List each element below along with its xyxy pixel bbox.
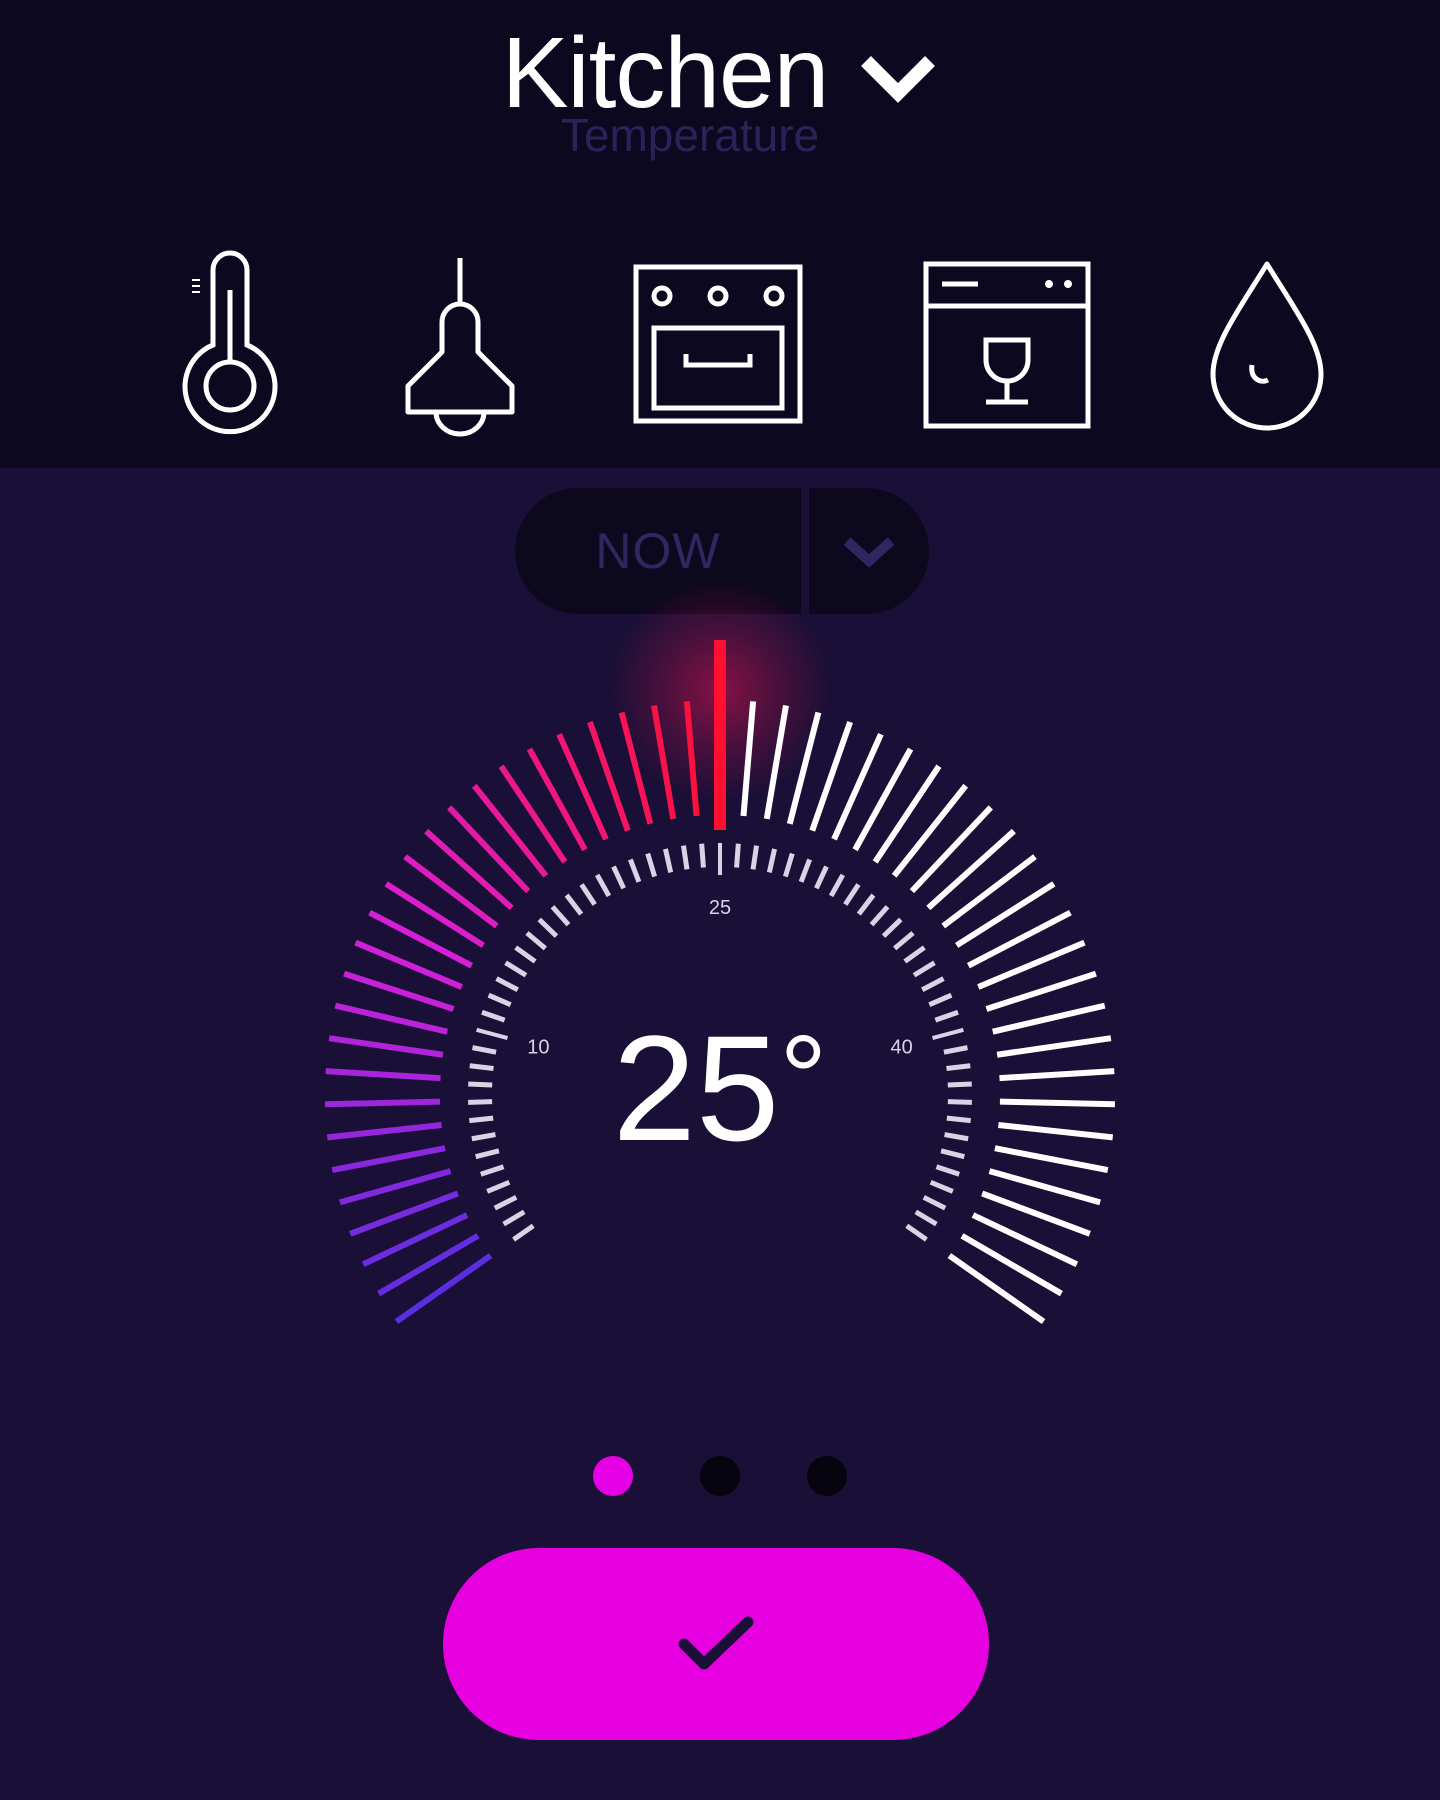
- dial-tick: [914, 1209, 938, 1227]
- checkmark-icon: [678, 1616, 754, 1670]
- device-selector: [0, 250, 1440, 440]
- dial-bar: [339, 1168, 452, 1206]
- dial-tick: [814, 865, 829, 890]
- mode-dropdown-toggle[interactable]: [809, 488, 929, 614]
- dial-bar: [498, 764, 568, 864]
- dial-tick: [828, 873, 845, 898]
- thermometer-icon: [182, 250, 278, 435]
- dial-tick: [881, 917, 903, 938]
- dial-tick: [628, 858, 642, 883]
- dial-tick: [611, 865, 626, 890]
- dial-tick: [525, 931, 547, 951]
- dial-scale-label: 25: [709, 897, 731, 919]
- water-drop-icon: [1210, 261, 1324, 431]
- dial-bar: [424, 828, 514, 911]
- chevron-down-icon: [843, 537, 895, 567]
- dial-bar: [891, 783, 969, 878]
- dial-tick: [766, 848, 777, 873]
- device-water[interactable]: [1208, 250, 1326, 440]
- mode-divider: [801, 488, 809, 614]
- dial-tick: [928, 992, 953, 1007]
- temperature-value: 25: [612, 1004, 780, 1172]
- page-indicator: [0, 1456, 1440, 1496]
- dial-tick: [921, 976, 945, 992]
- dial-tick: [856, 893, 876, 916]
- dial-tick: [922, 1195, 947, 1211]
- page-subtitle: Temperature: [560, 109, 820, 161]
- dial-tick: [843, 883, 861, 906]
- dial-tick: [681, 845, 690, 870]
- dial-tick: [550, 905, 571, 927]
- device-lamp[interactable]: [400, 250, 520, 440]
- dial-tick: [798, 858, 812, 883]
- dial-tick: [595, 873, 612, 898]
- device-thermometer[interactable]: [170, 250, 290, 440]
- oven-icon: [633, 264, 803, 424]
- dial-tick: [893, 931, 915, 951]
- dial-bar: [909, 805, 993, 894]
- dial-bar: [955, 881, 1056, 948]
- dial-bar: [926, 828, 1016, 911]
- dial-tick: [504, 960, 528, 978]
- device-oven[interactable]: [632, 250, 804, 440]
- dial-bar: [471, 783, 549, 878]
- degree-symbol: °: [779, 1011, 828, 1145]
- dial-tick: [903, 945, 926, 964]
- dial-tick: [493, 1195, 518, 1211]
- dishwasher-icon: [923, 261, 1091, 429]
- dial-bar: [852, 747, 914, 852]
- dial-tick: [929, 1179, 954, 1194]
- page-dot[interactable]: [593, 1456, 633, 1496]
- lamp-icon: [405, 258, 515, 437]
- dial-tick: [699, 843, 706, 868]
- dial-tick: [912, 960, 936, 978]
- dial-bar: [526, 747, 588, 852]
- page-dot[interactable]: [807, 1456, 847, 1496]
- dial-bar: [872, 764, 942, 864]
- dial-bar: [403, 854, 499, 929]
- dial-bar: [384, 881, 485, 948]
- dial-tick: [495, 976, 519, 992]
- dial-tick: [782, 852, 795, 878]
- dial-tick: [905, 1223, 928, 1242]
- header: Kitchen Temperature: [0, 0, 1440, 468]
- dial-tick: [645, 852, 658, 878]
- device-dishwasher[interactable]: [922, 250, 1092, 440]
- dial-bar: [394, 1253, 493, 1325]
- confirm-button[interactable]: [443, 1548, 989, 1740]
- dial-tick: [869, 905, 890, 927]
- dial-tick: [579, 883, 597, 906]
- temperature-readout: 25°: [0, 1008, 1440, 1168]
- dial-tick: [486, 1179, 511, 1194]
- dial-bar: [988, 1168, 1101, 1206]
- dial-bar: [447, 805, 531, 894]
- dial-bar: [947, 1253, 1046, 1325]
- dial-tick: [487, 992, 512, 1007]
- dial-bar: [941, 854, 1037, 929]
- dial-tick: [750, 845, 759, 870]
- dial-tick: [663, 848, 674, 873]
- dial-tick: [734, 843, 741, 868]
- dial-bar: [377, 1233, 480, 1297]
- page-dot[interactable]: [700, 1456, 740, 1496]
- dial-tick: [537, 917, 559, 938]
- dial-tick: [502, 1209, 526, 1227]
- dial-tick: [514, 945, 537, 964]
- chevron-down-icon: [861, 56, 936, 103]
- dial-bar: [960, 1233, 1063, 1297]
- dial-tick: [564, 893, 584, 916]
- dial-tick: [512, 1223, 535, 1242]
